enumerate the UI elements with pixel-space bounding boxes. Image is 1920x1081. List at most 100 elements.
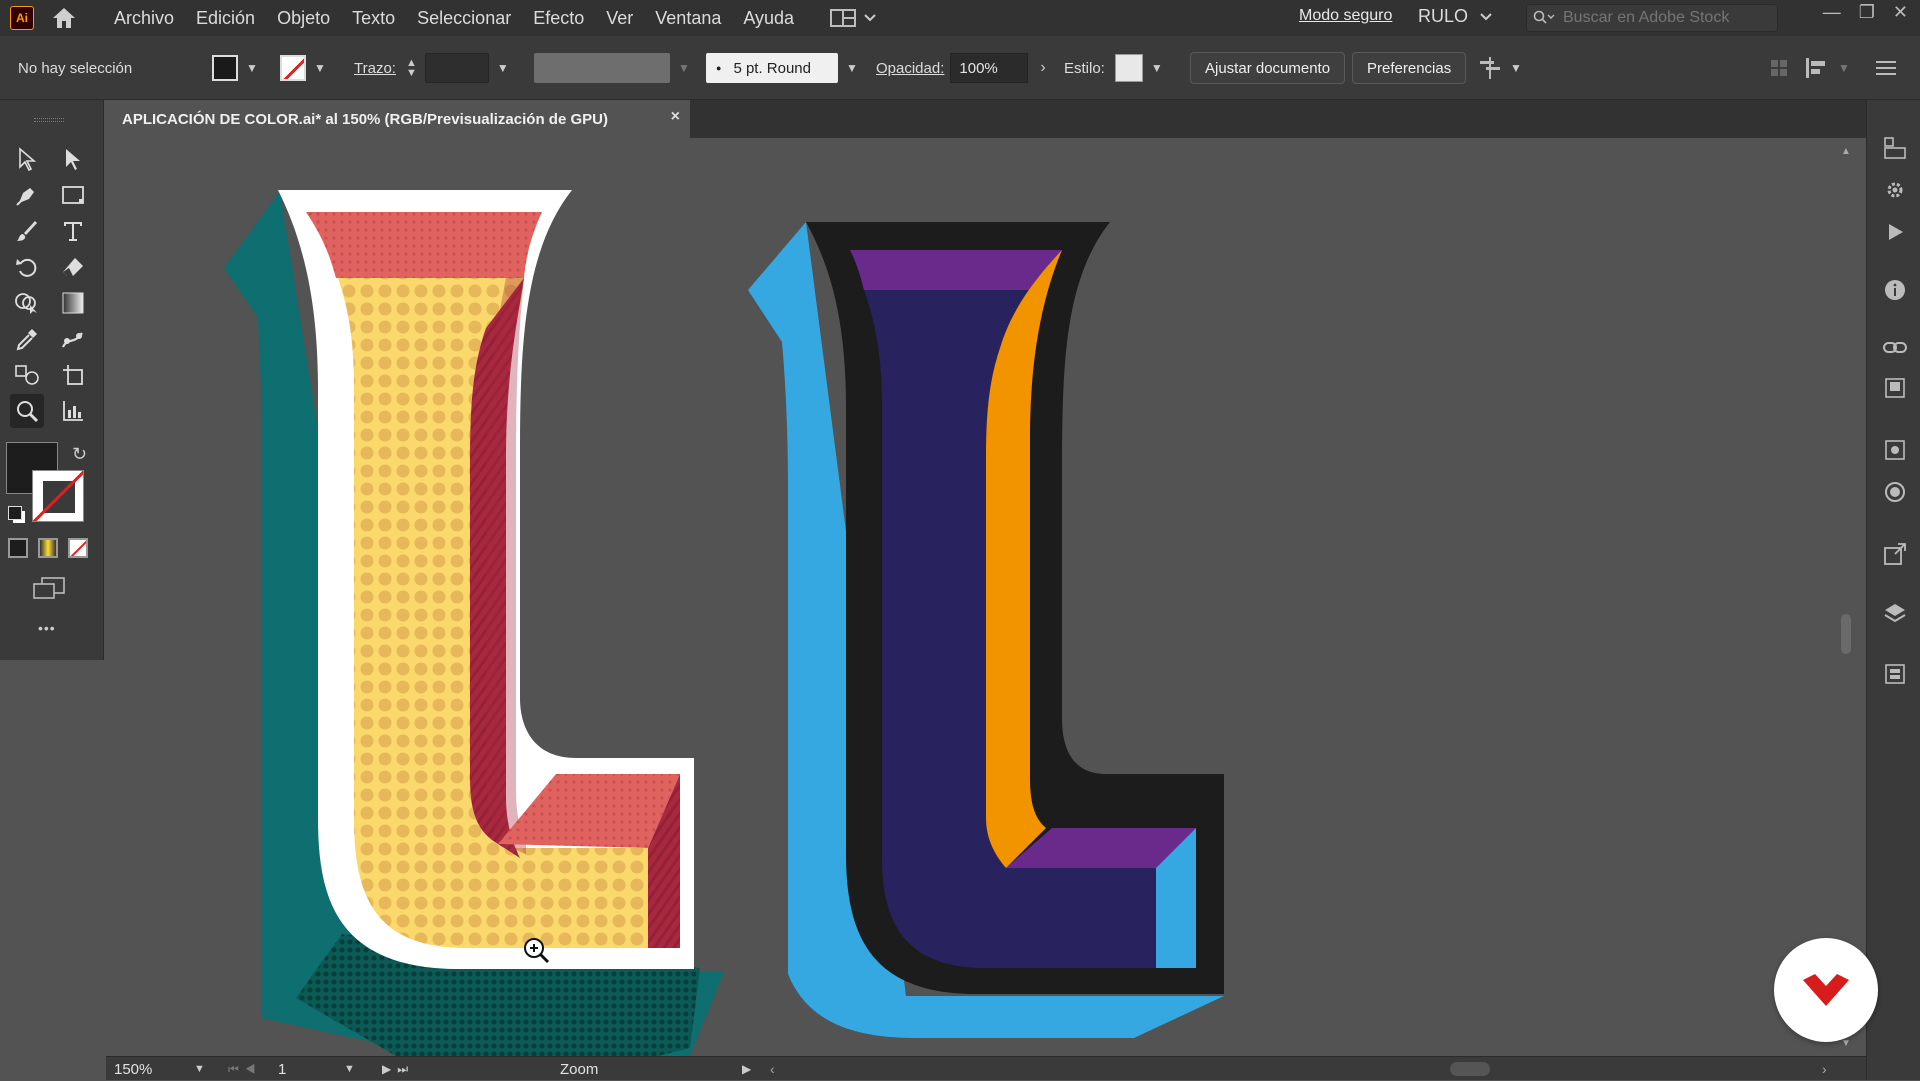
horizontal-scroll-thumb[interactable]: [1450, 1062, 1490, 1076]
vertical-scroll-thumb[interactable]: [1841, 614, 1851, 654]
artboard-number[interactable]: 1: [278, 1057, 328, 1081]
close-tab-icon[interactable]: ×: [671, 108, 680, 126]
zoom-level[interactable]: 150%: [114, 1057, 184, 1081]
rotate-tool[interactable]: [10, 250, 44, 284]
direct-selection-tool[interactable]: [56, 142, 90, 176]
next-last-artboard-icons[interactable]: ▶⏭: [382, 1057, 414, 1081]
menu-efecto[interactable]: Efecto: [533, 8, 584, 29]
panel-menu-icon[interactable]: [1875, 60, 1896, 76]
first-prev-artboard-icons[interactable]: ⏮◀: [228, 1057, 262, 1081]
stroke-color-box[interactable]: [32, 470, 84, 522]
info-icon[interactable]: [1881, 276, 1909, 304]
align-grid-icon[interactable]: [1770, 59, 1788, 77]
swap-colors-icon[interactable]: ↻: [72, 444, 87, 465]
home-icon[interactable]: [50, 4, 78, 32]
artboards-icon[interactable]: [1881, 660, 1909, 688]
distribute-icon[interactable]: [1806, 58, 1830, 78]
libraries-icon[interactable]: [1881, 374, 1909, 402]
play-icon[interactable]: [1881, 218, 1909, 246]
chevron-down-icon[interactable]: ▼: [314, 61, 326, 75]
menu-ayuda[interactable]: Ayuda: [743, 8, 794, 29]
search-input[interactable]: [1563, 9, 1763, 27]
zoom-tool[interactable]: [10, 394, 44, 428]
chevron-right-icon[interactable]: ›: [1040, 59, 1045, 77]
links-icon[interactable]: [1881, 334, 1909, 362]
pen-tool[interactable]: [10, 178, 44, 212]
scroll-left-icon[interactable]: ‹: [770, 1057, 775, 1081]
eyedropper-tool[interactable]: [10, 322, 44, 356]
shape-builder-tool[interactable]: [10, 286, 44, 320]
opacity-label[interactable]: Opacidad:: [876, 60, 944, 77]
screen-mode-icon[interactable]: [32, 576, 66, 605]
type-tool[interactable]: [56, 214, 90, 248]
puppet-warp-tool[interactable]: [56, 322, 90, 356]
chevron-down-icon[interactable]: ▼: [1838, 61, 1850, 75]
stroke-weight-field[interactable]: [424, 53, 489, 83]
stroke-color-control[interactable]: ▼: [280, 36, 326, 100]
preferences-button[interactable]: Preferencias: [1352, 52, 1467, 84]
chevron-down-icon[interactable]: ▼: [678, 61, 690, 75]
more-tools-icon[interactable]: •••: [38, 620, 56, 636]
close-window-icon[interactable]: ✕: [1893, 2, 1908, 23]
menu-objeto[interactable]: Objeto: [277, 8, 330, 29]
stroke-swatch[interactable]: [280, 55, 306, 81]
fill-swatch[interactable]: [212, 55, 238, 81]
artboard-tool[interactable]: [56, 358, 90, 392]
settings-icon[interactable]: [1881, 176, 1909, 204]
none-mode-icon[interactable]: [68, 538, 88, 558]
menu-texto[interactable]: Texto: [352, 8, 395, 29]
document-tab[interactable]: APLICACIÓN DE COLOR.ai* al 150% (RGB/Pre…: [106, 100, 690, 138]
appearance-icon[interactable]: [1881, 478, 1909, 506]
workspace-menu[interactable]: RULO: [1418, 6, 1492, 27]
menu-ventana[interactable]: Ventana: [655, 8, 721, 29]
export-icon[interactable]: [1881, 540, 1909, 568]
brush-select[interactable]: ● 5 pt. Round: [706, 53, 838, 83]
fill-control[interactable]: ▼: [212, 36, 258, 100]
artboard-canvas[interactable]: [106, 138, 1852, 1056]
scroll-down-icon[interactable]: ▼: [1841, 1038, 1851, 1049]
scroll-right-icon[interactable]: ›: [1822, 1057, 1827, 1081]
workspace-switcher[interactable]: [830, 9, 876, 27]
opacity-field[interactable]: 100%: [950, 53, 1029, 83]
brush-definition[interactable]: ● 5 pt. Round ▼: [706, 36, 858, 100]
chevron-down-icon[interactable]: ▼: [1510, 61, 1522, 75]
color-mode-icon[interactable]: [8, 538, 28, 558]
chevron-down-icon[interactable]: ▼: [497, 61, 509, 75]
stock-search[interactable]: [1526, 4, 1778, 32]
stroke-label[interactable]: Trazo:: [354, 60, 396, 77]
chevron-down-icon[interactable]: ▼: [246, 61, 258, 75]
variable-width-profile[interactable]: ▼: [534, 36, 690, 100]
panel-grip[interactable]: [34, 118, 64, 122]
gradient-mode-icon[interactable]: [38, 538, 58, 558]
menu-seleccionar[interactable]: Seleccionar: [417, 8, 511, 29]
layers-icon[interactable]: [1881, 600, 1909, 628]
asset-export-icon[interactable]: [1881, 436, 1909, 464]
selection-tool[interactable]: [10, 142, 44, 176]
style-swatch[interactable]: [1114, 54, 1143, 82]
chevron-down-icon[interactable]: ▼: [344, 1057, 355, 1081]
default-colors-icon[interactable]: [8, 506, 22, 520]
blend-tool[interactable]: [10, 358, 44, 392]
rectangle-tool[interactable]: [56, 178, 90, 212]
chevron-down-icon[interactable]: ▼: [1151, 61, 1163, 75]
menu-edicion[interactable]: Edición: [196, 8, 255, 29]
status-menu-icon[interactable]: ▶: [742, 1057, 751, 1081]
chevron-down-icon[interactable]: ▼: [846, 61, 858, 75]
eraser-tool[interactable]: [56, 250, 90, 284]
properties-icon[interactable]: [1881, 134, 1909, 162]
vertical-scrollbar[interactable]: ▲ ▼: [1838, 138, 1854, 1056]
minimize-icon[interactable]: —: [1823, 2, 1841, 23]
safe-mode-link[interactable]: Modo seguro: [1299, 7, 1392, 25]
stepper-icon[interactable]: ▲ ▼: [406, 58, 417, 79]
arrange-control[interactable]: ▼: [1478, 36, 1522, 100]
scroll-up-icon[interactable]: ▲: [1841, 146, 1851, 157]
adjust-document-button[interactable]: Ajustar documento: [1190, 52, 1346, 84]
menu-ver[interactable]: Ver: [606, 8, 633, 29]
menu-archivo[interactable]: Archivo: [114, 8, 174, 29]
gradient-tool[interactable]: [56, 286, 90, 320]
restore-icon[interactable]: ❐: [1859, 2, 1875, 23]
graph-tool[interactable]: [56, 394, 90, 428]
paintbrush-tool[interactable]: [10, 214, 44, 248]
chevron-down-icon[interactable]: ▼: [194, 1057, 205, 1081]
width-profile-field[interactable]: [534, 53, 670, 83]
